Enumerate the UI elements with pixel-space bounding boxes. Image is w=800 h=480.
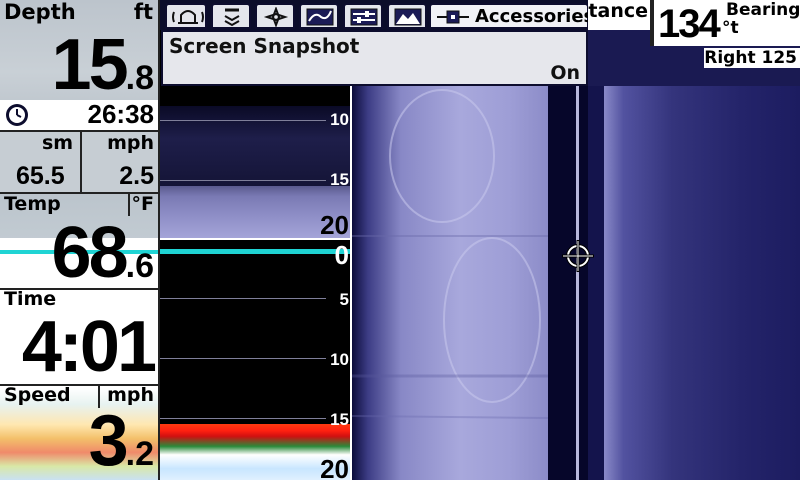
temp-value: 68.6 bbox=[52, 212, 154, 294]
depth-value-decimal: .8 bbox=[125, 59, 154, 97]
sonar-upper-water bbox=[160, 106, 352, 188]
depth-tick: 15 bbox=[330, 410, 349, 429]
views-tab[interactable] bbox=[387, 3, 427, 29]
water-column bbox=[548, 86, 588, 480]
setup-tab[interactable] bbox=[343, 3, 383, 29]
menu-tab-bar: Accessories bbox=[160, 0, 594, 30]
depth-tick: 10 bbox=[330, 350, 349, 369]
accessories-tab-label: Accessories bbox=[475, 6, 595, 27]
compass-icon bbox=[263, 7, 289, 27]
water-column-right bbox=[588, 86, 604, 480]
distance-label: stance bbox=[588, 0, 648, 22]
depth-line bbox=[160, 120, 326, 121]
clock-time: 26:38 bbox=[87, 99, 155, 129]
bearing-label: Bearing bbox=[726, 0, 800, 20]
depth-unit: ft bbox=[133, 0, 153, 24]
time-value: 4:01 bbox=[21, 307, 157, 387]
speed-value: 3.2 bbox=[89, 400, 154, 480]
depth-label: Depth bbox=[4, 0, 76, 24]
depth-tick: 20 bbox=[320, 210, 349, 238]
depth-tick: 15 bbox=[330, 170, 349, 189]
depth-tick: 5 bbox=[339, 290, 349, 309]
temp-value-decimal: .6 bbox=[125, 247, 154, 285]
screen-snapshot-value[interactable]: On bbox=[550, 62, 580, 84]
sonar-history-lower: 0 5 10 15 20 bbox=[160, 240, 352, 480]
clock-icon bbox=[6, 104, 28, 126]
screen-snapshot-menu-item[interactable]: Screen Snapshot On bbox=[161, 30, 588, 86]
screen-snapshot-label: Screen Snapshot bbox=[169, 34, 360, 58]
speed-label: Speed bbox=[4, 384, 71, 406]
distance-unit: sm bbox=[42, 132, 74, 154]
depth-tick: 20 bbox=[320, 454, 349, 480]
depth-value: 15.8 bbox=[52, 24, 154, 105]
sonar-history-upper: 10 15 20 bbox=[160, 86, 352, 238]
side-imaging-right-channel bbox=[604, 86, 800, 480]
speed-value-main: 3 bbox=[88, 401, 129, 480]
cursor-crosshair-icon[interactable] bbox=[560, 238, 596, 274]
view-divider bbox=[350, 86, 352, 480]
depth-line bbox=[160, 418, 326, 419]
trip-distance-value: 65.5 bbox=[16, 162, 65, 190]
accessories-tab[interactable]: Accessories bbox=[429, 3, 594, 29]
depth-tick: 10 bbox=[330, 110, 349, 129]
alarms-tab[interactable] bbox=[165, 3, 207, 29]
side-imaging-range-label: Right 125 bbox=[704, 48, 800, 68]
distance-readout: stance bbox=[588, 0, 650, 30]
bearing-unit: °t bbox=[722, 18, 739, 38]
digital-readout-panel: Depth ft 15.8 26:38 sm mph 65.5 2.5 Temp… bbox=[0, 0, 158, 480]
boat-centerline bbox=[576, 86, 579, 480]
map-icon bbox=[306, 8, 334, 26]
bearing-readout: 134 Bearing °t bbox=[652, 0, 800, 46]
settings-icon bbox=[350, 8, 378, 26]
temp-value-main: 68 bbox=[51, 213, 129, 293]
landscape-icon bbox=[394, 8, 422, 26]
chart-tab[interactable] bbox=[299, 3, 339, 29]
surface-return bbox=[160, 249, 352, 254]
bell-icon bbox=[172, 10, 204, 24]
bearing-value: 134 bbox=[658, 2, 721, 46]
navigation-tab[interactable] bbox=[255, 3, 295, 29]
sonar-tab[interactable] bbox=[211, 3, 251, 29]
divider bbox=[80, 132, 82, 192]
speed-small-value: 2.5 bbox=[119, 162, 154, 190]
side-imaging-view[interactable] bbox=[352, 86, 800, 480]
depth-value-main: 15 bbox=[51, 25, 129, 105]
speed-value-decimal: .2 bbox=[125, 435, 154, 473]
speed-unit: mph bbox=[107, 132, 154, 154]
depth-line bbox=[160, 298, 326, 299]
depth-line bbox=[160, 180, 326, 181]
sonar-cone-icon bbox=[224, 8, 240, 27]
depth-line bbox=[160, 358, 326, 359]
depth-tick: 0 bbox=[334, 240, 349, 270]
accessories-icon bbox=[437, 10, 469, 24]
